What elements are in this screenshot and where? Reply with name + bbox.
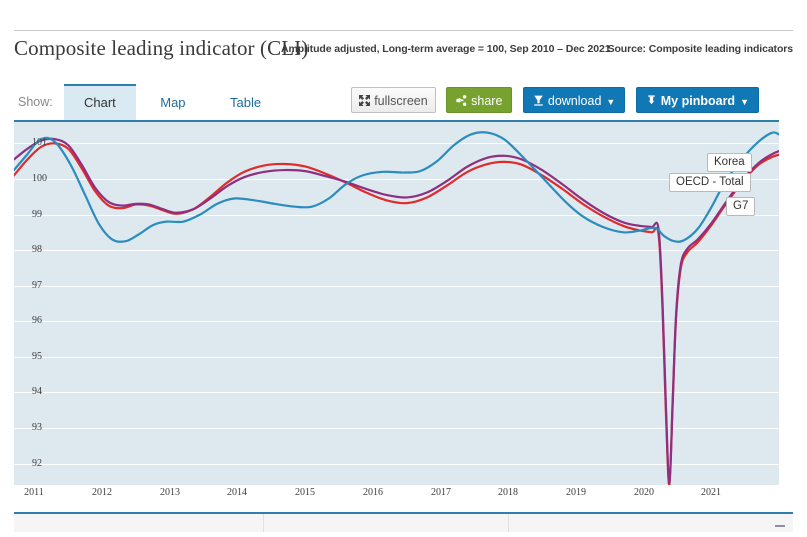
- line-korea: [14, 131, 779, 243]
- chevron-down-icon-2: ▼: [740, 97, 749, 107]
- share-icon: [456, 89, 467, 115]
- x-tick-2015: 2015: [295, 487, 315, 498]
- x-tick-2012: 2012: [92, 487, 112, 498]
- download-label: download: [547, 94, 602, 108]
- my-pinboard-button[interactable]: My pinboard ▼: [635, 87, 759, 115]
- x-tick-2018: 2018: [498, 487, 518, 498]
- plot-canvas: 92 93 94 95 96 97 98 99 100 101 Korea OECD - Total…: [14, 122, 779, 485]
- share-button[interactable]: share: [446, 87, 513, 115]
- pin-icon: [646, 89, 657, 115]
- view-tabs: Chart Map Table: [64, 84, 281, 120]
- fullscreen-icon: [359, 89, 371, 115]
- action-buttons: fullscreen share download ▼ My pinboard …: [345, 87, 759, 115]
- chart-plot-area[interactable]: 92 93 94 95 96 97 98 99 100 101 Korea OECD - Total…: [14, 120, 779, 485]
- x-tick-2019: 2019: [566, 487, 586, 498]
- callout-g7[interactable]: G7: [726, 197, 756, 216]
- share-label: share: [471, 94, 503, 108]
- download-button[interactable]: download ▼: [522, 87, 626, 115]
- x-tick-2017: 2017: [431, 487, 451, 498]
- fullscreen-label: fullscreen: [374, 94, 428, 108]
- footer-bar: [14, 514, 793, 532]
- series-lines: [14, 131, 779, 485]
- x-axis-labels: 2011 2012 2013 2014 2015 2016 2017 2018 2019 2020…: [14, 487, 779, 511]
- chart-subtitle: Amplitude adjusted, Long-term average = …: [281, 43, 611, 55]
- line-g7: [14, 142, 779, 485]
- y-tick-100: 100: [32, 173, 47, 184]
- fullscreen-button[interactable]: fullscreen: [351, 87, 436, 113]
- chart-source: Source: Composite leading indicators: [607, 43, 794, 55]
- y-tick-94: 94: [32, 386, 42, 397]
- x-tick-2016: 2016: [363, 487, 383, 498]
- y-tick-96: 96: [32, 315, 42, 326]
- header-divider: [14, 30, 793, 31]
- y-tick-98: 98: [32, 244, 42, 255]
- x-tick-2021: 2021: [701, 487, 721, 498]
- y-tick-97: 97: [32, 280, 42, 291]
- x-tick-2014: 2014: [227, 487, 247, 498]
- footer-divider-2: [508, 514, 509, 532]
- tab-map[interactable]: Map: [140, 85, 205, 121]
- x-tick-2011: 2011: [24, 487, 44, 498]
- chevron-down-icon: ▼: [606, 97, 616, 107]
- y-tick-99: 99: [32, 209, 42, 220]
- chart-header: Composite leading indicator (CLI) Amplit…: [0, 36, 807, 66]
- x-tick-2020: 2020: [634, 487, 654, 498]
- callout-oecd-total[interactable]: OECD - Total: [669, 173, 751, 192]
- tab-table[interactable]: Table: [210, 85, 281, 121]
- show-label: Show:: [18, 95, 53, 109]
- download-icon: [533, 89, 544, 115]
- callout-korea[interactable]: Korea: [707, 153, 752, 172]
- line-oecd-total: [14, 137, 779, 485]
- footer-marker: [775, 525, 785, 527]
- y-tick-101: 101: [32, 137, 47, 148]
- tab-chart[interactable]: Chart: [64, 84, 136, 120]
- pinboard-label: My pinboard: [660, 94, 736, 108]
- view-toolbar: Show: Chart Map Table fullscreen share d…: [0, 84, 807, 120]
- y-tick-95: 95: [32, 351, 42, 362]
- x-tick-2013: 2013: [160, 487, 180, 498]
- page-title: Composite leading indicator (CLI): [14, 36, 309, 60]
- y-tick-93: 93: [32, 422, 42, 433]
- footer-divider-1: [263, 514, 264, 532]
- y-tick-92: 92: [32, 458, 42, 469]
